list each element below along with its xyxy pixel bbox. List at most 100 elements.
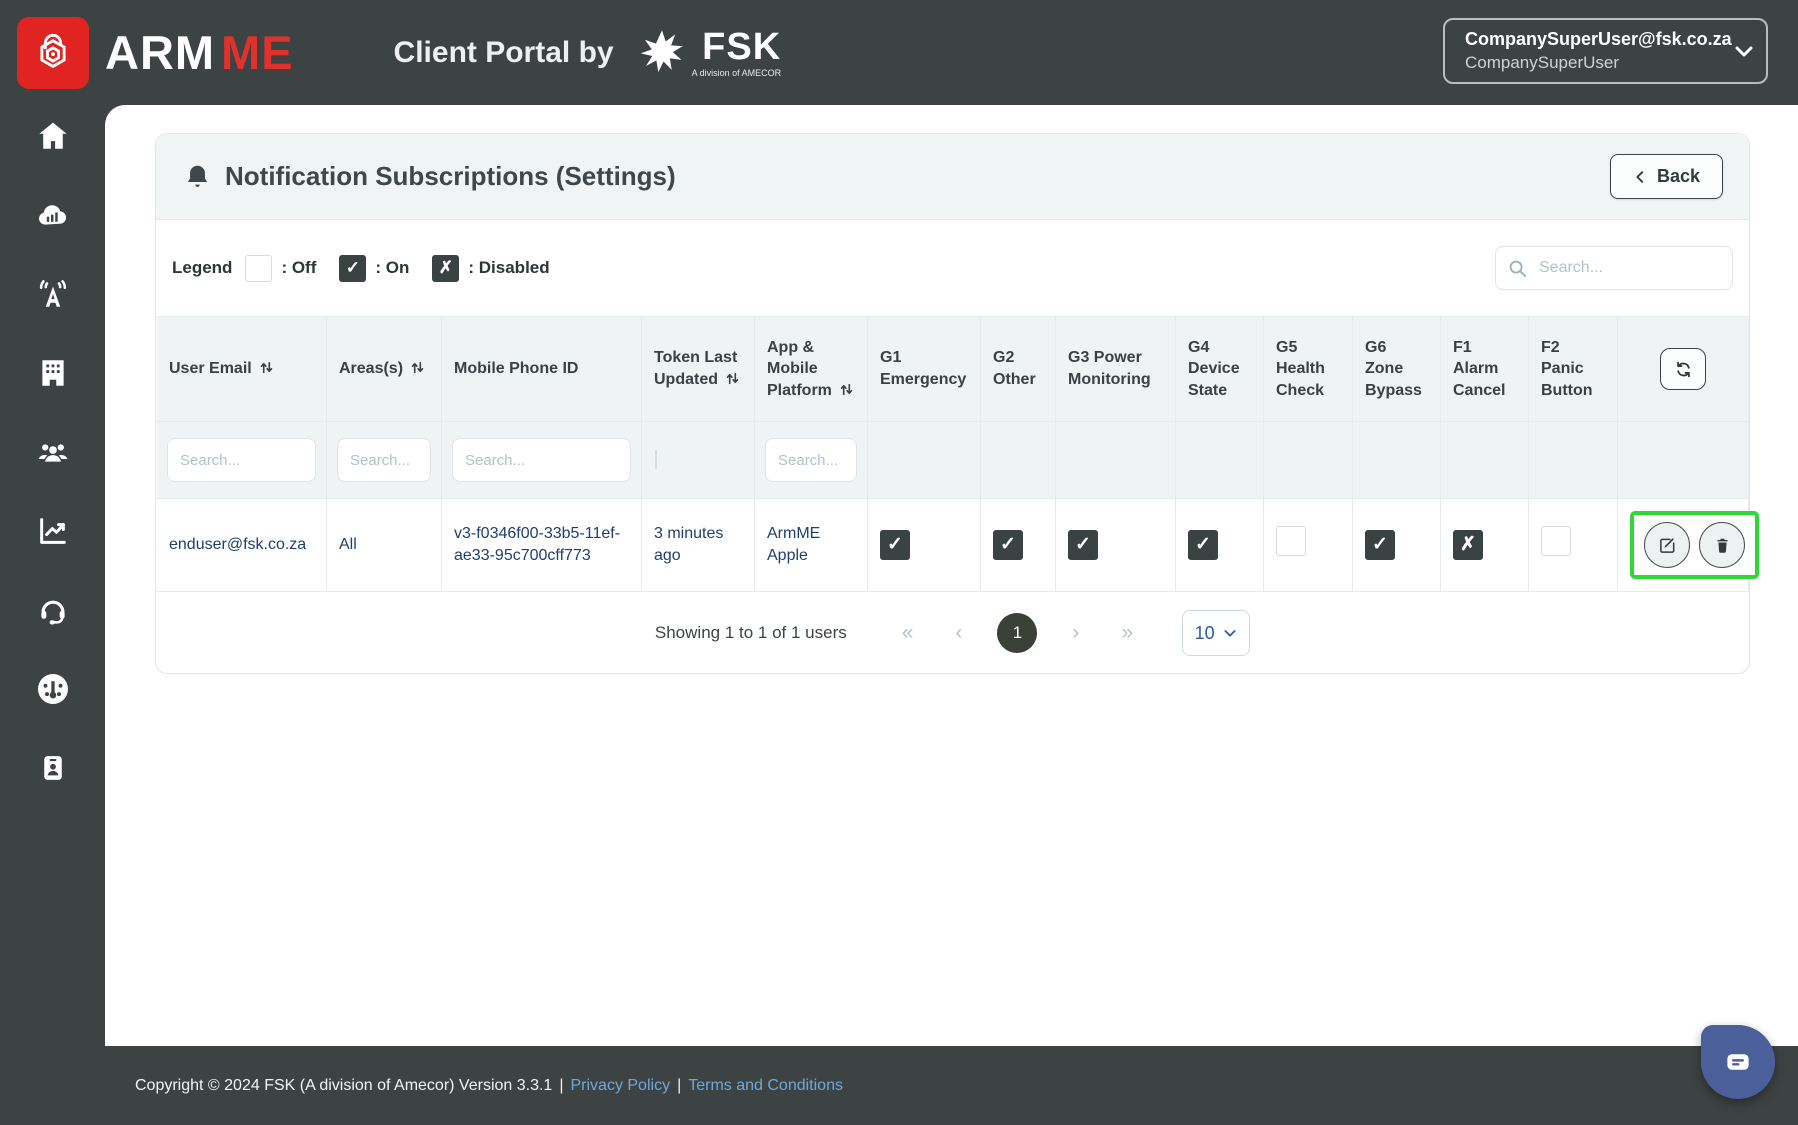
privacy-policy-link[interactable]: Privacy Policy [570,1077,670,1095]
column-header-g1-emergency: G1 Emergency [867,316,981,422]
portal-title: Client Portal by [393,35,614,69]
cell-g4-device-state: ✓ [1175,498,1264,592]
back-button[interactable]: Back [1609,154,1723,199]
current-page-button[interactable]: 1 [997,613,1038,653]
delete-button[interactable] [1699,522,1745,568]
users-icon [33,435,73,469]
sidebar-item-line-chart[interactable] [33,514,73,548]
cell-user-email: enduser@fsk.co.za [156,498,327,592]
f2-checkbox [1541,526,1571,557]
edit-button[interactable] [1644,522,1690,568]
brand-arm-text: ARM [105,26,216,79]
legend: Legend : Off ✓ : On ✗ : Disabled [172,254,564,282]
g3-checkbox: ✓ [1068,530,1098,560]
sidebar [0,105,105,1125]
column-header-app-mobile-platform[interactable]: App & Mobile Platform [754,316,868,422]
chevron-left-icon [1633,169,1647,185]
sidebar-item-id-card[interactable] [33,751,73,785]
user-email: CompanySuperUser@fsk.co.za [1465,29,1732,49]
cell-areas: All [326,498,442,592]
first-page-button[interactable]: « [881,621,935,645]
prev-page-button[interactable]: ‹ [934,621,983,645]
page-size-select[interactable]: 10 [1182,610,1251,656]
brand-me-text: ME [221,26,294,79]
sidebar-item-gauge[interactable] [33,672,73,706]
column-header-areas[interactable]: Areas(s) [326,316,442,422]
building-icon [36,356,70,390]
card-header: Notification Subscriptions (Settings) Ba… [156,134,1749,220]
filter-app-platform-input[interactable] [765,438,857,482]
chat-bubble-icon [1721,1045,1755,1079]
row-actions-highlight [1630,511,1759,579]
filter-areas-input[interactable] [337,438,431,482]
sidebar-item-users[interactable] [33,435,73,469]
sort-icon [725,371,740,386]
last-page-button[interactable]: » [1100,621,1154,645]
column-header-user-email[interactable]: User Email [156,316,327,422]
cell-token-last-updated: 3 minutes ago [641,498,755,592]
app-header: ARM ME Client Portal by FSK A division of… [0,0,1798,105]
page-title: Notification Subscriptions (Settings) [225,161,676,191]
cell-f2-panic-button [1528,498,1618,592]
copyright-text: Copyright © 2024 FSK (A division of Amec… [135,1076,553,1094]
filter-mobile-phone-id-input[interactable] [452,438,631,482]
cell-g5-health-check [1263,498,1353,592]
headset-icon [35,593,71,627]
user-info: CompanySuperUser@fsk.co.za CompanySuperU… [1465,29,1732,73]
sidebar-item-headset[interactable] [33,593,73,627]
checkbox-disabled-icon: ✗ [432,254,460,282]
column-header-f1-alarm-cancel: F1 Alarm Cancel [1440,316,1529,422]
column-header-g3-power-monitoring: G3 Power Monitoring [1055,316,1176,422]
edit-icon [1658,536,1677,555]
cell-g1-emergency: ✓ [867,498,981,592]
legend-label: Legend [172,258,233,277]
user-menu[interactable]: CompanySuperUser@fsk.co.za CompanySuperU… [1443,18,1768,84]
cell-actions [1617,498,1759,592]
column-header-f2-panic-button: F2 Panic Button [1528,316,1618,422]
home-icon [35,119,71,153]
g5-checkbox [1276,526,1306,557]
line-chart-icon [35,514,71,548]
app-footer: Copyright © 2024 FSK (A division of Amec… [0,1046,1798,1125]
sort-icon [839,382,854,397]
filter-token-checkbox[interactable] [655,450,657,469]
g2-checkbox: ✓ [993,530,1023,560]
gauge-icon [35,671,71,707]
sidebar-item-home[interactable] [33,119,73,153]
search-input[interactable] [1537,258,1748,278]
sidebar-item-radio-tower[interactable] [33,277,73,311]
chat-button[interactable] [1701,1025,1775,1099]
refresh-button[interactable] [1660,348,1706,390]
armme-lock-icon [17,16,89,89]
next-page-button[interactable]: › [1051,621,1100,645]
fsk-subtitle-text: A division of AMECOR [691,67,782,78]
cell-mobile-phone-id: v3-f0346f00-33b5-11ef-ae33-95c700cff773 [441,498,642,592]
fsk-wordmark: FSK A division of AMECOR [692,28,782,78]
g1-checkbox: ✓ [880,530,910,560]
checkbox-off-icon [245,254,273,282]
filter-user-email-input[interactable] [167,438,316,482]
pagination: Showing 1 to 1 of 1 users « ‹ 1 › » 10 [156,592,1749,673]
search-icon [1508,259,1527,278]
column-header-token-last-updated[interactable]: Token Last Updated [641,316,755,422]
sort-icon [259,360,274,375]
filter-row [156,421,1749,499]
footer-separator: | [677,1076,682,1094]
brand-logo[interactable]: ARM ME [17,16,294,89]
column-header-mobile-phone-id: Mobile Phone ID [441,316,642,422]
cell-g2-other: ✓ [980,498,1056,592]
legend-disabled-label: : Disabled [468,258,550,277]
page-size-value: 10 [1194,622,1215,643]
sidebar-item-building[interactable] [33,356,73,390]
g4-checkbox: ✓ [1188,530,1218,560]
pagination-summary: Showing 1 to 1 of 1 users [654,623,847,642]
legend-row: Legend : Off ✓ : On ✗ : Disabled [156,220,1749,316]
table-header-row: User Email Areas(s) Mobile Phone ID Toke… [156,316,1749,422]
fsk-name-text: FSK [702,25,782,68]
column-header-g4-device-state: G4 Device State [1175,316,1264,422]
user-role: CompanySuperUser [1465,53,1620,72]
sidebar-item-cloud-stats[interactable] [33,198,73,232]
id-card-icon [38,750,68,786]
f1-checkbox: ✗ [1453,530,1483,560]
terms-link[interactable]: Terms and Conditions [688,1077,843,1095]
